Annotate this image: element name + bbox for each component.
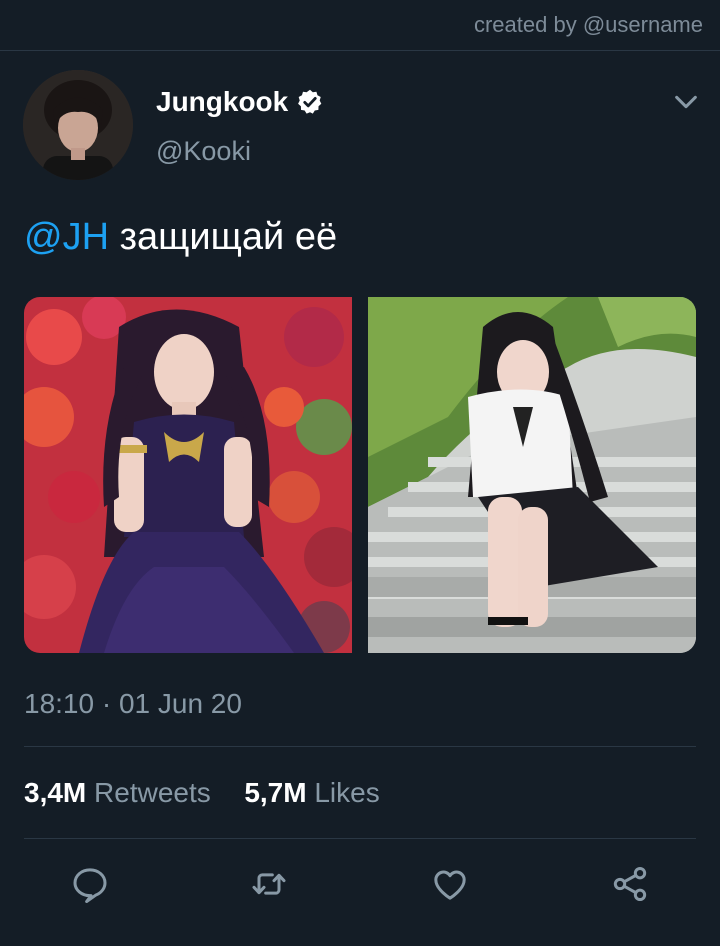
author-name-row[interactable]: Jungkook	[156, 86, 324, 118]
photo-woman-purple-dress[interactable]	[24, 297, 352, 653]
tweet-timestamp[interactable]: 18:10 · 01 Jun 20	[24, 688, 242, 720]
chevron-down-icon[interactable]	[672, 88, 700, 116]
divider	[24, 746, 696, 747]
tweet-stats: 3,4M Retweets 5,7M Likes	[24, 777, 380, 809]
avatar[interactable]	[23, 70, 133, 180]
likes-stat[interactable]: 5,7M Likes	[244, 777, 379, 808]
share-button[interactable]	[608, 862, 652, 906]
tweet-body: защищай её	[109, 216, 338, 258]
watermark: created by @username	[473, 12, 703, 37]
tweet-text: @JH защищай её	[24, 216, 337, 259]
photo-woman-on-stairs[interactable]	[368, 297, 696, 653]
top-bar: created by @username	[0, 0, 720, 51]
photo-image-left	[24, 297, 352, 653]
likes-count: 5,7M	[244, 777, 307, 808]
retweet-icon	[252, 873, 286, 895]
tweet-screen: created by @username Jungkook @Kooki @JH…	[0, 0, 720, 946]
photo-image-right	[368, 297, 696, 653]
retweets-stat[interactable]: 3,4M Retweets	[24, 777, 211, 808]
divider	[24, 838, 696, 839]
retweet-button[interactable]	[247, 862, 291, 906]
avatar-image	[23, 70, 133, 180]
share-icon	[613, 867, 647, 901]
like-button[interactable]	[428, 862, 472, 906]
reply-button[interactable]	[68, 862, 112, 906]
retweets-label: Retweets	[94, 777, 211, 808]
author-handle[interactable]: @Kooki	[156, 136, 251, 167]
mention-link[interactable]: @JH	[24, 216, 109, 258]
retweets-count: 3,4M	[24, 777, 87, 808]
display-name[interactable]: Jungkook	[156, 86, 288, 118]
verified-badge-icon	[298, 89, 322, 114]
like-icon	[434, 870, 466, 900]
action-bar	[0, 862, 720, 912]
photo-grid	[24, 297, 696, 653]
reply-icon	[73, 868, 107, 903]
likes-label: Likes	[314, 777, 380, 808]
